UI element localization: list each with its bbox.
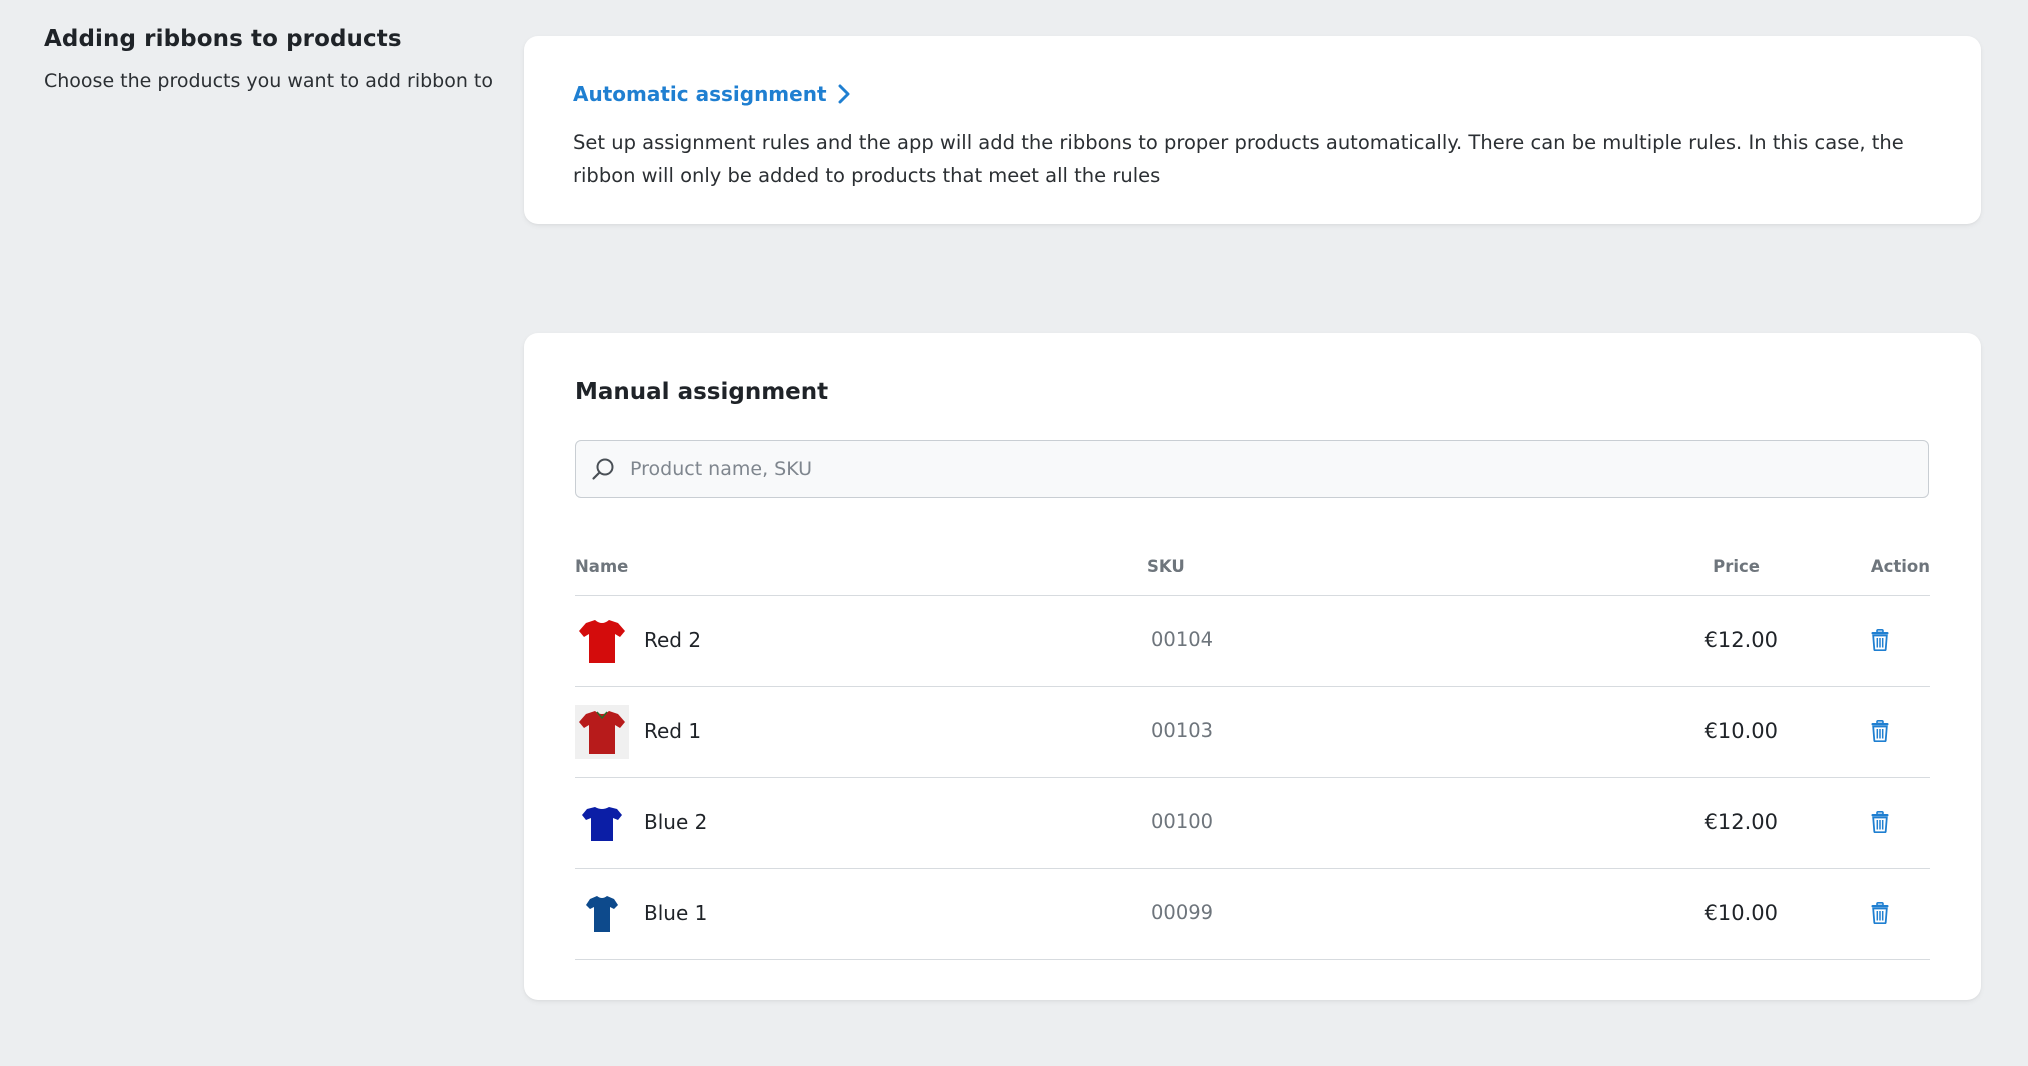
products-table: Name SKU Price Action Red 2 00104 €12.00 xyxy=(575,543,1930,960)
product-name: Blue 2 xyxy=(644,810,708,834)
search-input[interactable] xyxy=(628,448,1912,490)
product-name: Blue 1 xyxy=(644,901,708,925)
trash-icon xyxy=(1871,811,1889,833)
search-icon xyxy=(592,458,614,480)
product-price: €10.00 xyxy=(1704,901,1778,925)
product-price: €12.00 xyxy=(1704,628,1778,652)
intro-section: Adding ribbons to products Choose the pr… xyxy=(44,26,504,95)
product-search xyxy=(575,440,1929,498)
automatic-assignment-label: Automatic assignment xyxy=(573,82,827,106)
section-description: Choose the products you want to add ribb… xyxy=(44,70,493,92)
column-header-name: Name xyxy=(575,557,629,576)
product-thumbnail xyxy=(575,705,629,759)
tshirt-icon xyxy=(586,896,618,932)
column-header-sku: SKU xyxy=(1147,557,1185,576)
section-title: Adding ribbons to products xyxy=(44,26,402,52)
automatic-assignment-card: Automatic assignment Set up assignment r… xyxy=(524,36,1981,224)
product-thumbnail xyxy=(575,614,629,668)
delete-button[interactable] xyxy=(1868,809,1892,835)
delete-button[interactable] xyxy=(1868,718,1892,744)
product-sku: 00100 xyxy=(1151,810,1214,833)
manual-assignment-title: Manual assignment xyxy=(575,379,829,405)
tshirt-icon xyxy=(582,807,622,841)
product-thumbnail xyxy=(575,796,629,850)
tshirt-icon xyxy=(579,711,625,754)
product-thumbnail xyxy=(575,887,629,941)
product-name: Red 1 xyxy=(644,719,702,743)
chevron-right-icon xyxy=(838,84,850,104)
column-header-price: Price xyxy=(1713,557,1760,576)
product-price: €10.00 xyxy=(1704,719,1778,743)
product-sku: 00099 xyxy=(1151,901,1214,924)
product-sku: 00103 xyxy=(1151,719,1214,742)
trash-icon xyxy=(1871,629,1889,651)
table-row: Blue 1 00099 €10.00 xyxy=(575,869,1930,960)
table-row: Red 2 00104 €12.00 xyxy=(575,596,1930,687)
trash-icon xyxy=(1871,902,1889,924)
product-sku: 00104 xyxy=(1151,628,1214,651)
column-header-action: Action xyxy=(1870,557,1930,576)
table-header: Name SKU Price Action xyxy=(575,543,1930,596)
trash-icon xyxy=(1871,720,1889,742)
tshirt-icon xyxy=(579,620,625,663)
table-row: Blue 2 00100 €12.00 xyxy=(575,778,1930,869)
product-price: €12.00 xyxy=(1704,810,1778,834)
automatic-assignment-description: Set up assignment rules and the app will… xyxy=(573,131,1904,187)
delete-button[interactable] xyxy=(1868,900,1892,926)
automatic-assignment-link[interactable]: Automatic assignment xyxy=(573,82,851,106)
table-row: Red 1 00103 €10.00 xyxy=(575,687,1930,778)
manual-assignment-card: Manual assignment Name SKU Price Action … xyxy=(524,333,1981,1000)
delete-button[interactable] xyxy=(1868,627,1892,653)
product-name: Red 2 xyxy=(644,628,702,652)
